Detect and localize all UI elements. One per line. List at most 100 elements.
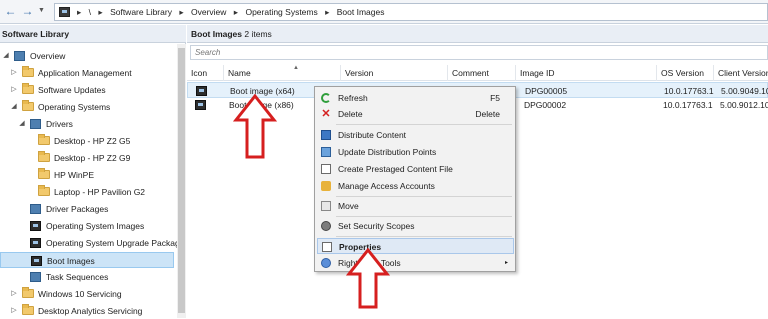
menu-item-manage-access-accounts[interactable]: Manage Access Accounts [317, 178, 514, 194]
menu-item-update-distribution-points[interactable]: Update Distribution Points [317, 144, 514, 160]
folder-icon [38, 134, 50, 145]
sidebar-item-laptop-hp-pavilion-g2[interactable]: Laptop - HP Pavilion G2 [0, 184, 174, 200]
chevron-down-icon[interactable]: ▼ [38, 5, 46, 17]
annotation-arrow-up-icon [346, 248, 390, 309]
cell-os-version: 10.0.17763.1 [663, 100, 713, 110]
menu-item-distribute-content[interactable]: Distribute Content [317, 127, 514, 143]
sort-ascending-icon: ▲ [293, 65, 299, 71]
column-header-os-version[interactable]: OS Version [657, 65, 714, 81]
menu-item-refresh[interactable]: Refresh F5 [317, 90, 514, 106]
folder-icon [38, 151, 50, 162]
folder-icon [22, 287, 34, 298]
breadcrumb[interactable]: ▸ \ ▸ Software Library ▸ Overview ▸ Oper… [54, 3, 768, 21]
sidebar-item-label: Application Management [38, 68, 132, 78]
column-header-comment[interactable]: Comment [448, 65, 516, 81]
move-icon [321, 201, 331, 211]
results-header: Boot Images 2 items [187, 25, 768, 43]
menu-item-shortcut: Delete [475, 109, 500, 119]
sidebar-item-label: Desktop - HP Z2 G5 [54, 136, 131, 146]
sidebar-item-label: Desktop - HP Z2 G9 [54, 153, 131, 163]
folder-icon [22, 100, 34, 111]
column-header-icon[interactable]: Icon [187, 65, 224, 81]
sidebar-item-operating-system-images[interactable]: Operating System Images [0, 218, 174, 234]
navigation-pane: Software Library ◢ Overview ▷ Application M… [0, 25, 186, 318]
column-header-row: Icon Name ▲ Version Comment Image ID OS … [187, 65, 768, 81]
menu-item-label: Update Distribution Points [338, 147, 437, 157]
os-image-icon [30, 221, 41, 231]
menu-item-label: Manage Access Accounts [338, 181, 435, 191]
refresh-icon [321, 93, 331, 103]
back-arrow-icon[interactable]: ← [3, 4, 18, 19]
breadcrumb-separator: ▸ [233, 7, 239, 17]
sidebar-item-label: Operating System Upgrade Package [46, 238, 185, 248]
breadcrumb-software-library[interactable]: Software Library [110, 7, 172, 17]
collapse-icon[interactable]: ◢ [2, 52, 10, 60]
task-sequence-icon [30, 272, 41, 282]
sidebar-item-overview[interactable]: ◢ Overview [0, 48, 174, 64]
folder-icon [38, 185, 50, 196]
folder-icon [22, 83, 34, 94]
breadcrumb-overview[interactable]: Overview [191, 7, 226, 17]
properties-icon [322, 242, 332, 252]
sidebar-item-label: Operating Systems [38, 102, 111, 112]
os-upgrade-icon [30, 238, 41, 248]
sidebar-item-windows-10-servicing[interactable]: ▷ Windows 10 Servicing [0, 286, 174, 302]
breadcrumb-operating-systems[interactable]: Operating Systems [245, 7, 317, 17]
sidebar-item-driver-packages[interactable]: Driver Packages [0, 201, 174, 217]
expand-icon[interactable]: ▷ [10, 86, 18, 94]
sidebar-item-drivers[interactable]: ◢ Drivers [0, 116, 174, 132]
sidebar-item-application-management[interactable]: ▷ Application Management [0, 65, 174, 81]
search-input[interactable]: Search [190, 45, 768, 60]
forward-arrow-icon[interactable]: → [20, 4, 35, 19]
folder-icon [22, 66, 34, 77]
collapse-icon[interactable]: ◢ [10, 103, 18, 111]
sidebar-item-task-sequences[interactable]: Task Sequences [0, 269, 174, 285]
breadcrumb-root[interactable]: \ [89, 7, 91, 17]
menu-item-move[interactable]: Move [317, 198, 514, 214]
context-menu: Refresh F5 ✕ Delete Delete Distribute Co… [314, 86, 516, 272]
scrollbar-thumb[interactable] [178, 48, 185, 313]
collapse-icon[interactable]: ◢ [18, 120, 26, 128]
sidebar-item-operating-system-upgrade-package[interactable]: Operating System Upgrade Package [0, 235, 184, 251]
prestaged-content-icon [321, 164, 331, 174]
sidebar-item-label: Laptop - HP Pavilion G2 [54, 187, 146, 197]
column-header-image-id[interactable]: Image ID [516, 65, 657, 81]
boot-image-icon [196, 86, 207, 96]
expand-icon[interactable]: ▷ [10, 69, 18, 77]
breadcrumb-separator: ▸ [325, 7, 330, 17]
menu-item-set-security-scopes[interactable]: Set Security Scopes [317, 218, 514, 234]
sidebar-item-label: Operating System Images [46, 221, 145, 231]
sidebar-item-label: Boot Images [47, 256, 95, 266]
annotation-arrow-up-icon [233, 94, 277, 159]
sidebar-item-label: Overview [30, 51, 66, 61]
expand-icon[interactable]: ▷ [10, 290, 18, 298]
menu-item-label: Move [338, 201, 359, 211]
sidebar-item-software-updates[interactable]: ▷ Software Updates [0, 82, 174, 98]
column-header-client-version[interactable]: Client Version [714, 65, 768, 81]
navigation-scrollbar[interactable] [177, 44, 186, 318]
menu-separator [336, 236, 512, 237]
sidebar-item-label: HP WinPE [54, 170, 94, 180]
sidebar-item-desktop-hp-z2-g5[interactable]: Desktop - HP Z2 G5 [0, 133, 174, 149]
sidebar-item-desktop-analytics-servicing[interactable]: ▷ Desktop Analytics Servicing [0, 303, 174, 319]
sidebar-item-label: Task Sequences [46, 272, 109, 282]
sidebar-item-label: Desktop Analytics Servicing [38, 306, 143, 316]
sidebar-item-desktop-hp-z2-g9[interactable]: Desktop - HP Z2 G9 [0, 150, 174, 166]
folder-icon [22, 304, 34, 315]
menu-item-delete[interactable]: ✕ Delete Delete [317, 106, 514, 122]
sidebar-item-operating-systems[interactable]: ◢ Operating Systems [0, 99, 174, 115]
sidebar-item-boot-images[interactable]: Boot Images [0, 252, 174, 268]
breadcrumb-boot-images[interactable]: Boot Images [337, 7, 385, 17]
column-header-version[interactable]: Version [341, 65, 448, 81]
cell-image-id: DPG00002 [524, 100, 567, 110]
menu-separator [336, 196, 512, 197]
address-bar: ← → ▼ ▸ \ ▸ Software Library ▸ Overview … [0, 0, 768, 24]
navigation-pane-title: Software Library [0, 25, 186, 43]
column-header-name[interactable]: Name [224, 65, 341, 81]
expand-icon[interactable]: ▷ [10, 307, 18, 315]
right-click-tools-icon [321, 258, 331, 268]
menu-item-create-prestaged-content[interactable]: Create Prestaged Content File [317, 161, 514, 177]
menu-item-label: Delete [338, 109, 363, 119]
menu-item-label: Refresh [338, 93, 368, 103]
sidebar-item-hp-winpe[interactable]: HP WinPE [0, 167, 174, 183]
